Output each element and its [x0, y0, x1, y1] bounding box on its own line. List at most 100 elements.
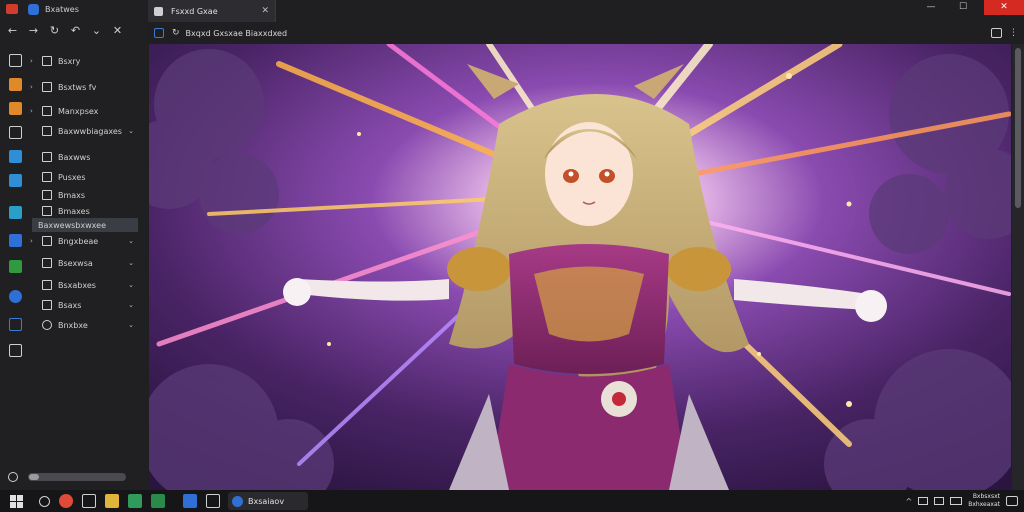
- left-tab-label[interactable]: Bxatwes: [45, 5, 79, 14]
- browser-tab[interactable]: Fsxxd Gxae ✕: [148, 0, 276, 22]
- browser-app-icon[interactable]: [59, 494, 73, 508]
- tab-close-icon[interactable]: ✕: [261, 6, 269, 16]
- calendar-icon[interactable]: [9, 126, 22, 139]
- tree-item[interactable]: Bsexwsa ⌄: [30, 256, 140, 270]
- left-titlebar: Bxatwes: [0, 0, 148, 18]
- tree-item[interactable]: Pusxes: [30, 170, 140, 184]
- folder-icon[interactable]: [9, 54, 22, 67]
- url-field[interactable]: Bxqxd Gxsxae Biaxxdxed: [186, 29, 288, 38]
- active-task-button[interactable]: Bxsaiaov: [228, 492, 308, 510]
- camera-icon[interactable]: [82, 494, 96, 508]
- bookmark-icon[interactable]: [9, 78, 22, 91]
- minimize-button[interactable]: —: [918, 0, 944, 15]
- tab-strip: Fsxxd Gxae ✕: [148, 0, 1024, 22]
- chat-icon[interactable]: [206, 494, 220, 508]
- tree-item-label: Bsxtws fv: [58, 82, 97, 92]
- chevron-down-icon[interactable]: ⌄: [128, 259, 134, 267]
- refresh-icon[interactable]: ↻: [46, 23, 63, 39]
- share-icon[interactable]: [9, 344, 22, 357]
- extension-icon[interactable]: [991, 28, 1002, 38]
- store-icon[interactable]: [128, 494, 142, 508]
- search-icon[interactable]: [39, 495, 50, 507]
- pen-icon[interactable]: [9, 234, 22, 247]
- forward-arrow-icon[interactable]: →: [25, 23, 42, 39]
- menu-icon[interactable]: ⋮: [1009, 28, 1018, 38]
- tree-item[interactable]: Baxwws: [30, 150, 140, 164]
- close-icon[interactable]: ✕: [109, 23, 126, 39]
- folder-icon: [42, 106, 52, 116]
- maximize-button[interactable]: ☐: [950, 0, 976, 15]
- window-icon[interactable]: [9, 206, 22, 219]
- left-footer: [4, 470, 144, 484]
- file-icon: [42, 190, 52, 200]
- settings-icon[interactable]: [9, 318, 22, 331]
- chevron-right-icon[interactable]: ›: [30, 107, 36, 115]
- tree-item-label: Bnxbxe: [58, 320, 88, 330]
- active-task-label: Bxsaiaov: [248, 496, 285, 506]
- folder-icon: [42, 56, 52, 66]
- tree-item[interactable]: Bmaxes: [30, 204, 140, 218]
- tray-chevron-icon[interactable]: ^: [906, 497, 913, 506]
- tree-item[interactable]: › Bsxtws fv: [30, 80, 140, 94]
- tree-item[interactable]: Bsaxs ⌄: [30, 298, 140, 312]
- tree-item[interactable]: › Bngxbeae ⌄: [30, 234, 140, 248]
- tree-item[interactable]: Bnxbxe ⌄: [30, 318, 140, 332]
- vertical-scrollbar[interactable]: [1012, 44, 1024, 490]
- scrollbar-thumb[interactable]: [29, 474, 39, 480]
- address-bar: ↻ Bxqxd Gxsxae Biaxxdxed ⋮: [148, 24, 1024, 42]
- app-icon[interactable]: [6, 4, 18, 14]
- app-icon[interactable]: [183, 494, 197, 508]
- tree-item-label: Bsxry: [58, 56, 81, 66]
- tree-item-label: Bmaxes: [58, 206, 90, 216]
- file-icon: [42, 280, 52, 290]
- back-arrow-icon[interactable]: ←: [4, 23, 21, 39]
- tree-item-label: Bsaxs: [58, 300, 82, 310]
- tree-item-label: Baxwws: [58, 152, 91, 162]
- tree-item[interactable]: Bsxabxes ⌄: [30, 278, 140, 292]
- tree-item[interactable]: Bmaxs: [30, 188, 140, 202]
- folder-icon: [42, 126, 52, 136]
- chevron-down-icon[interactable]: ⌄: [128, 127, 134, 135]
- folder-icon: [42, 236, 52, 246]
- tree-item-label: Bsexwsa: [58, 258, 93, 268]
- taskbar: Bxsaiaov ^ Bxbsxsxt Bxhxeaxat: [0, 490, 1024, 512]
- horizontal-scrollbar[interactable]: [28, 473, 126, 481]
- clock[interactable]: Bxbsxsxt Bxhxeaxat: [968, 493, 1000, 509]
- reload-icon[interactable]: ↻: [172, 28, 180, 38]
- start-button[interactable]: [10, 494, 23, 508]
- chevron-right-icon[interactable]: ›: [30, 57, 36, 65]
- browser-icon[interactable]: [28, 3, 39, 15]
- page-favicon-icon: [154, 6, 163, 16]
- chevron-down-icon[interactable]: ⌄: [128, 237, 134, 245]
- tree-item-selected[interactable]: Baxwewsbxwxee: [32, 218, 138, 232]
- info-icon[interactable]: [8, 472, 18, 482]
- volume-icon[interactable]: [934, 497, 945, 505]
- tree-item[interactable]: Baxwwbiagaxes ⌄: [30, 124, 140, 138]
- tools-icon[interactable]: [9, 150, 22, 163]
- battery-icon[interactable]: [950, 497, 963, 505]
- chevron-down-icon[interactable]: ⌄: [88, 23, 105, 39]
- scrollbar-thumb[interactable]: [1015, 48, 1021, 208]
- chevron-down-icon[interactable]: ⌄: [128, 281, 134, 289]
- history-icon[interactable]: [9, 102, 22, 115]
- link-icon[interactable]: [9, 174, 22, 187]
- tree-item-label: Bmaxs: [58, 190, 86, 200]
- store-icon[interactable]: [9, 260, 22, 273]
- tree-item-label: Bsxabxes: [58, 280, 96, 290]
- anime-heroine-artwork: [149, 44, 1011, 490]
- site-info-icon[interactable]: [154, 28, 164, 38]
- chevron-right-icon[interactable]: ›: [30, 237, 36, 245]
- tree-item[interactable]: › Bsxry: [30, 54, 140, 68]
- clock-date: Bxhxeaxat: [968, 501, 1000, 508]
- undo-icon[interactable]: ↶: [67, 23, 84, 39]
- file-explorer-icon[interactable]: [105, 494, 119, 508]
- tree-item[interactable]: › Manxpsex: [30, 104, 140, 118]
- network-icon[interactable]: [918, 497, 929, 505]
- chevron-right-icon[interactable]: ›: [30, 83, 36, 91]
- chevron-down-icon[interactable]: ⌄: [128, 321, 134, 329]
- spreadsheet-icon[interactable]: [151, 494, 165, 508]
- edge-icon[interactable]: [9, 290, 22, 303]
- close-window-button[interactable]: ✕: [984, 0, 1024, 15]
- notification-icon[interactable]: [1006, 496, 1018, 506]
- chevron-down-icon[interactable]: ⌄: [128, 301, 134, 309]
